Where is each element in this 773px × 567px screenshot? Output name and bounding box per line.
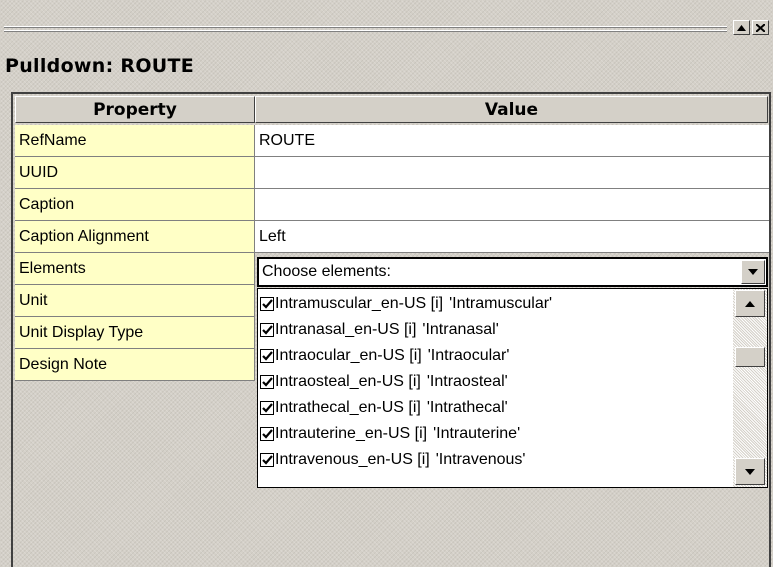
- element-name: Intraocular_en-US [i]: [275, 347, 422, 364]
- element-label: 'Intraosteal': [426, 373, 508, 390]
- property-value[interactable]: Left: [255, 221, 769, 253]
- element-label: 'Intravenous': [435, 451, 526, 468]
- checkbox[interactable]: [260, 375, 274, 389]
- checkmark-icon: [261, 351, 273, 361]
- element-name: Intranasal_en-US [i]: [275, 321, 417, 338]
- list-item[interactable]: Intrathecal_en-US [i] 'Intrathecal': [260, 395, 730, 421]
- triangle-down-icon: [745, 468, 755, 475]
- checkmark-icon: [261, 455, 273, 465]
- checkmark-icon: [261, 325, 273, 335]
- element-label: 'Intranasal': [422, 321, 499, 338]
- checkmark-icon: [261, 299, 273, 309]
- property-label: Design Note: [15, 349, 255, 381]
- list-item[interactable]: Intramuscular_en-US [i] 'Intramuscular': [260, 291, 730, 317]
- elements-list[interactable]: Intramuscular_en-US [i] 'Intramuscular' …: [257, 288, 768, 488]
- page-title: Pulldown: ROUTE: [5, 55, 195, 77]
- chevron-down-icon: [748, 269, 758, 275]
- element-name: Intravenous_en-US [i]: [275, 451, 430, 468]
- grid-border: [11, 92, 771, 94]
- checkbox[interactable]: [260, 427, 274, 441]
- property-label: Caption: [15, 189, 255, 221]
- checkmark-icon: [261, 403, 273, 413]
- property-label: Unit: [15, 285, 255, 317]
- close-button[interactable]: [752, 20, 769, 35]
- checkbox[interactable]: [260, 349, 274, 363]
- dropdown-button[interactable]: [741, 260, 765, 284]
- property-label: Elements: [15, 253, 255, 285]
- element-name: Intrathecal_en-US [i]: [275, 399, 421, 416]
- checkbox[interactable]: [260, 323, 274, 337]
- checkbox[interactable]: [260, 401, 274, 415]
- checkmark-icon: [261, 429, 273, 439]
- scroll-up-button[interactable]: [735, 290, 765, 317]
- property-label: Caption Alignment: [15, 221, 255, 253]
- element-name: Intramuscular_en-US [i]: [275, 295, 444, 312]
- list-scrollbar[interactable]: [733, 289, 767, 487]
- property-label: UUID: [15, 157, 255, 189]
- list-item[interactable]: Intraosteal_en-US [i] 'Intraosteal': [260, 369, 730, 395]
- list-item[interactable]: Intrauterine_en-US [i] 'Intrauterine': [260, 421, 730, 447]
- element-label: 'Intrathecal': [426, 399, 508, 416]
- element-label: 'Intrauterine': [433, 425, 521, 442]
- titlebar-grip: [4, 31, 727, 32]
- element-name: Intraosteal_en-US [i]: [275, 373, 421, 390]
- combobox-prompt: Choose elements:: [262, 263, 391, 280]
- checkmark-icon: [261, 377, 273, 387]
- list-item[interactable]: Intraocular_en-US [i] 'Intraocular': [260, 343, 730, 369]
- titlebar-grip: [4, 27, 727, 28]
- triangle-up-icon: [737, 24, 746, 31]
- property-value[interactable]: [255, 189, 769, 221]
- property-value[interactable]: ROUTE: [255, 125, 769, 157]
- checkbox[interactable]: [260, 453, 274, 467]
- grid-border: [11, 92, 13, 567]
- elements-combobox[interactable]: Choose elements:: [257, 257, 768, 287]
- triangle-up-icon: [745, 300, 755, 307]
- collapse-button[interactable]: [733, 20, 750, 35]
- element-name: Intrauterine_en-US [i]: [275, 425, 428, 442]
- column-header-value[interactable]: Value: [255, 96, 768, 123]
- element-label: 'Intraocular': [427, 347, 510, 364]
- list-item[interactable]: Intravenous_en-US [i] 'Intravenous': [260, 447, 730, 473]
- property-panel: Pulldown: ROUTE Property Value RefName R…: [0, 0, 773, 567]
- property-value[interactable]: [255, 157, 769, 189]
- column-header-property[interactable]: Property: [15, 96, 255, 123]
- element-label: 'Intramuscular': [449, 295, 553, 312]
- list-item[interactable]: Intranasal_en-US [i] 'Intranasal': [260, 317, 730, 343]
- property-label: Unit Display Type: [15, 317, 255, 349]
- property-label: RefName: [15, 125, 255, 157]
- scroll-down-button[interactable]: [735, 458, 765, 485]
- panel-titlebar[interactable]: [0, 0, 773, 44]
- checkbox[interactable]: [260, 297, 274, 311]
- scrollbar-thumb[interactable]: [735, 347, 765, 367]
- close-icon: [756, 23, 765, 32]
- grid-border: [769, 92, 771, 567]
